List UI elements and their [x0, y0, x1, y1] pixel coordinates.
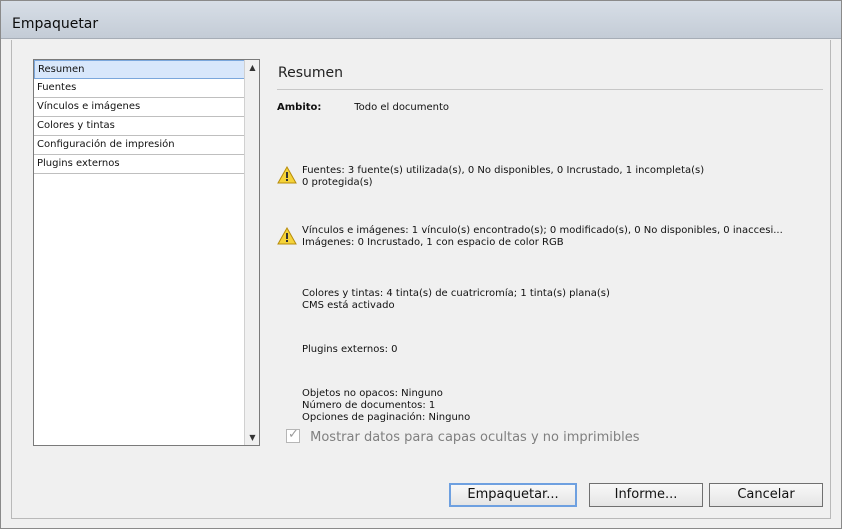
links-summary-line1: Vínculos e imágenes: 1 vínculo(s) encont… [302, 225, 783, 236]
fonts-summary: Fuentes: 3 fuente(s) utilizada(s), 0 No … [302, 165, 704, 189]
links-summary-line2: Imágenes: 0 Incrustado, 1 con espacio de… [302, 237, 564, 248]
title-bar[interactable]: Empaquetar [1, 1, 841, 39]
summary-divider [277, 89, 823, 90]
arrow-up-icon[interactable]: ▲ [245, 60, 260, 75]
package-button[interactable]: Empaquetar... [449, 483, 577, 507]
cancel-button[interactable]: Cancelar [709, 483, 823, 507]
summary-title: Resumen [278, 65, 344, 81]
scope-row: Ambito: Todo el documento [277, 102, 449, 113]
fonts-summary-line2: 0 protegida(s) [302, 177, 373, 188]
hidden-layers-checkbox[interactable] [286, 427, 300, 443]
dialog-content: Resumen Fuentes Vínculos e imágenes Colo… [11, 40, 831, 519]
sidebar-item-links-images[interactable]: Vínculos e imágenes [34, 98, 245, 117]
sidebar-list[interactable]: Resumen Fuentes Vínculos e imágenes Colo… [33, 59, 260, 446]
scope-label: Ambito: [277, 102, 322, 113]
sidebar-item-summary[interactable]: Resumen [34, 60, 245, 79]
links-summary: Vínculos e imágenes: 1 vínculo(s) encont… [302, 225, 783, 249]
summary-panel: Resumen Ambito: Todo el documento Fuente… [277, 58, 827, 423]
report-button[interactable]: Informe... [589, 483, 703, 507]
other-summary: Objetos no opacos: Ninguno Número de doc… [302, 388, 470, 424]
sidebar-item-colors-inks[interactable]: Colores y tintas [34, 117, 245, 136]
arrow-down-icon[interactable]: ▼ [245, 430, 260, 445]
other-summary-line3: Opciones de paginación: Ninguno [302, 412, 471, 423]
sidebar-item-print-settings[interactable]: Configuración de impresión [34, 136, 245, 155]
other-summary-line2: Número de documentos: 1 [302, 400, 436, 411]
hidden-layers-option[interactable]: Mostrar datos para capas ocultas y no im… [286, 427, 640, 445]
fonts-summary-line1: Fuentes: 3 fuente(s) utilizada(s), 0 No … [302, 165, 705, 176]
sidebar-item-fonts[interactable]: Fuentes [34, 79, 245, 98]
window-title: Empaquetar [12, 16, 99, 32]
scope-value: Todo el documento [354, 102, 450, 113]
warning-icon [277, 166, 297, 184]
warning-icon [277, 227, 297, 245]
package-dialog: Empaquetar Resumen Fuentes Vínculos e im… [0, 0, 842, 529]
plugins-summary-line1: Plugins externos: 0 [302, 344, 398, 355]
colors-summary-line1: Colores y tintas: 4 tinta(s) de cuatricr… [302, 288, 610, 299]
sidebar-scrollbar[interactable]: ▲ ▼ [244, 60, 259, 445]
sidebar-item-external-plugins[interactable]: Plugins externos [34, 155, 245, 174]
sidebar-items: Resumen Fuentes Vínculos e imágenes Colo… [34, 60, 245, 445]
hidden-layers-label: Mostrar datos para capas ocultas y no im… [310, 430, 640, 445]
colors-summary: Colores y tintas: 4 tinta(s) de cuatricr… [302, 288, 610, 312]
plugins-summary: Plugins externos: 0 [302, 344, 397, 356]
other-summary-line1: Objetos no opacos: Ninguno [302, 388, 443, 399]
colors-summary-line2: CMS está activado [302, 300, 395, 311]
